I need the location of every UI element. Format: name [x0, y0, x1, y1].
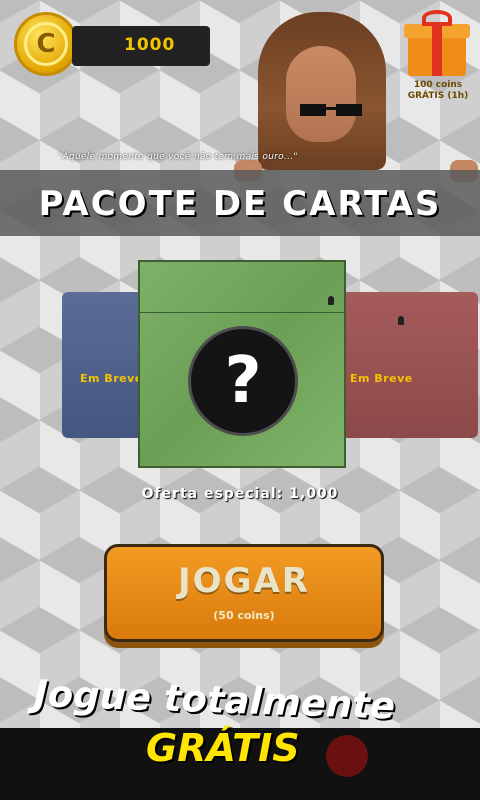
card-pack-right[interactable]: Em Breve [342, 292, 478, 438]
play-button-cost: (50 coins) [213, 609, 275, 622]
gift-icon[interactable] [404, 10, 470, 76]
play-button[interactable]: JOGAR (50 coins) [104, 544, 384, 642]
character-avatar [248, 12, 398, 170]
promo-line-2: GRÁTIS [146, 726, 300, 770]
mystery-icon: ? [188, 326, 298, 436]
lock-icon [398, 316, 404, 325]
title-bar: PACOTE DE CARTAS [0, 170, 480, 236]
coin-balance-value: 1000 [124, 35, 176, 55]
coin-icon: C [14, 12, 78, 76]
promo-banner: Jogue totalmente GRÁTIS [0, 650, 480, 800]
card-pack-center[interactable]: ? [138, 260, 346, 468]
promo-line-1: Jogue totalmente [33, 672, 396, 728]
character-quote: "Aquele momento que você não tem mais ou… [58, 152, 298, 162]
mystery-symbol: ? [224, 344, 262, 418]
gift-label[interactable]: 100 coins GRÁTIS (1h) [398, 80, 478, 102]
lock-icon [328, 296, 334, 305]
play-button-label: JOGAR [178, 561, 310, 601]
page-title: PACOTE DE CARTAS [38, 184, 442, 224]
coin-balance: 1000 [72, 26, 210, 66]
card-pack-right-label: Em Breve [350, 372, 413, 385]
special-offer-text: Oferta especial: 1,000 [141, 486, 339, 502]
card-pack-left-label: Em Breve [80, 372, 143, 385]
